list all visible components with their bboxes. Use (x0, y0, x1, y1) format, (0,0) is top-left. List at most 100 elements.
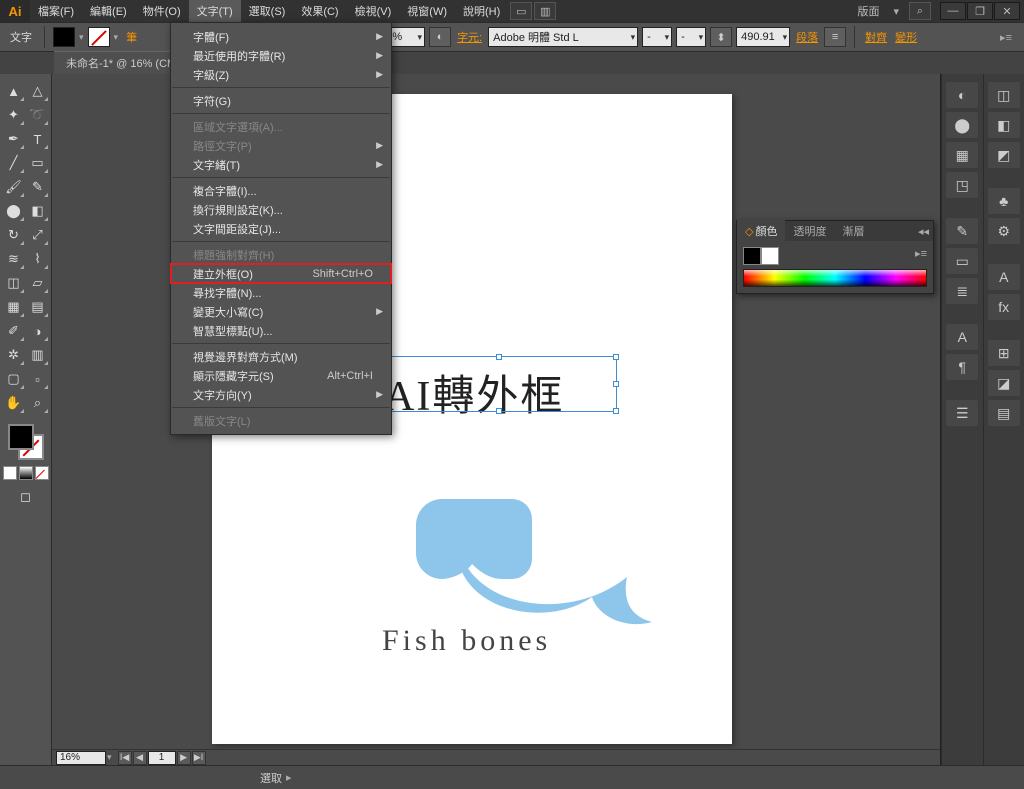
panel-tab[interactable]: 漸層 (834, 220, 872, 242)
tool-blob[interactable]: ⬤ (3, 200, 25, 222)
next-artboard-button[interactable]: ▶ (177, 751, 191, 765)
menu-icon-1[interactable]: ▭ (510, 2, 532, 20)
dock-panel-button[interactable]: ◪ (988, 370, 1020, 396)
menu-item[interactable]: 換行規則設定(K)... (171, 200, 391, 219)
zoom-field[interactable]: 16% (56, 751, 106, 765)
tool-perspective[interactable]: ▱ (27, 272, 49, 294)
opacity-icon[interactable]: ◐ (429, 27, 451, 47)
menu-檔案(F)[interactable]: 檔案(F) (30, 0, 82, 23)
font-size-dropdown[interactable]: - (676, 27, 706, 47)
tool-pen[interactable]: ✒ (3, 128, 25, 150)
menu-視窗(W)[interactable]: 視窗(W) (399, 0, 455, 23)
tool-slice[interactable]: ▫ (27, 368, 49, 390)
panel-menu-icon[interactable]: ▸≡ (1000, 31, 1018, 44)
fill-swatch[interactable] (53, 27, 75, 47)
align-link[interactable]: 對齊 (863, 29, 889, 45)
tool-wand[interactable]: ✦ (3, 104, 25, 126)
minimize-button[interactable]: — (940, 2, 966, 20)
maximize-button[interactable]: ❐ (967, 2, 993, 20)
color-panel[interactable]: ◇顏色透明度漸層 ◂◂ ▸≡ (736, 220, 934, 294)
layout-label[interactable]: 版面 (857, 3, 879, 19)
size-link-icon[interactable]: ⬍ (710, 27, 732, 47)
dock-panel-button[interactable]: ✎ (946, 218, 978, 244)
menu-選取(S)[interactable]: 選取(S) (241, 0, 294, 23)
dock-panel-button[interactable]: ≣ (946, 278, 978, 304)
first-artboard-button[interactable]: I◀ (118, 751, 132, 765)
menu-效果(C)[interactable]: 效果(C) (293, 0, 346, 23)
tool-gradient[interactable]: ▤ (27, 296, 49, 318)
tool-artboard[interactable]: ▢ (3, 368, 25, 390)
tool-scale[interactable]: ⤢ (27, 224, 49, 246)
menu-檢視(V)[interactable]: 檢視(V) (347, 0, 400, 23)
color-stroke-swatch[interactable] (761, 247, 779, 265)
dock-panel-button[interactable]: ◧ (988, 112, 1020, 138)
transform-link[interactable]: 變形 (893, 29, 919, 45)
menu-item[interactable]: 智慧型標點(U)... (171, 321, 391, 340)
tool-eraser[interactable]: ◧ (27, 200, 49, 222)
menu-item[interactable]: 字符(G) (171, 91, 391, 110)
stroke-swatch[interactable] (88, 27, 110, 47)
menu-編輯(E)[interactable]: 編輯(E) (82, 0, 135, 23)
menu-item[interactable]: 變更大小寫(C)▶ (171, 302, 391, 321)
dock-panel-button[interactable]: A (946, 324, 978, 350)
dock-panel-button[interactable]: ▤ (988, 400, 1020, 426)
dock-panel-button[interactable]: ⊞ (988, 340, 1020, 366)
menu-item[interactable]: 字體(F)▶ (171, 27, 391, 46)
tool-graph[interactable]: ▥ (27, 344, 49, 366)
color-fill-swatch[interactable] (743, 247, 761, 265)
tool-line[interactable]: ╱ (3, 152, 25, 174)
tool-selection[interactable]: ▲ (3, 80, 25, 102)
tool-zoom[interactable]: ⌕ (27, 392, 49, 414)
tool-lasso[interactable]: ➰ (27, 104, 49, 126)
tool-hand[interactable]: ✋ (3, 392, 25, 414)
color-modes[interactable] (3, 466, 49, 480)
dock-panel-button[interactable]: ◩ (988, 142, 1020, 168)
dock-panel-button[interactable]: ☰ (946, 400, 978, 426)
menu-item[interactable]: 尋找字體(N)... (171, 283, 391, 302)
tool-pencil[interactable]: ✎ (27, 176, 49, 198)
panel-menu-icon[interactable]: ▸≡ (915, 247, 927, 265)
dock-panel-button[interactable]: ♣ (988, 188, 1020, 214)
tool-direct-select[interactable]: △ (27, 80, 49, 102)
menu-item[interactable]: 最近使用的字體(R)▶ (171, 46, 391, 65)
dock-panel-button[interactable]: ◐ (946, 82, 978, 108)
dock-panel-button[interactable]: ⬤ (946, 112, 978, 138)
panel-tab[interactable]: ◇顏色 (737, 220, 785, 242)
tool-rect[interactable]: ▭ (27, 152, 49, 174)
dock-panel-button[interactable]: ¶ (946, 354, 978, 380)
document-tab[interactable]: 未命名-1* @ 16% (CM (54, 51, 188, 74)
dock-panel-button[interactable]: A (988, 264, 1020, 290)
tool-eyedrop[interactable]: ✐ (3, 320, 25, 342)
prev-artboard-button[interactable]: ◀ (133, 751, 147, 765)
panel-collapse-icon[interactable]: ◂◂ (914, 225, 933, 238)
menu-物件(O)[interactable]: 物件(O) (135, 0, 189, 23)
align-icon[interactable]: ≡ (824, 27, 846, 47)
menu-item[interactable]: 顯示隱藏字元(S)Alt+Ctrl+I (171, 366, 391, 385)
dock-panel-button[interactable]: ◳ (946, 172, 978, 198)
menu-item[interactable]: 文字間距設定(J)... (171, 219, 391, 238)
paragraph-link[interactable]: 段落 (794, 29, 820, 45)
tool-blend[interactable]: ◑ (27, 320, 49, 342)
tool-shape-builder[interactable]: ◫ (3, 272, 25, 294)
selection-bounding-box[interactable] (380, 356, 617, 412)
close-button[interactable]: ✕ (994, 2, 1020, 20)
last-artboard-button[interactable]: ▶I (192, 751, 206, 765)
menu-item[interactable]: 複合字體(I)... (171, 181, 391, 200)
menu-item[interactable]: 字級(Z)▶ (171, 65, 391, 84)
menu-說明(H)[interactable]: 說明(H) (455, 0, 508, 23)
dock-panel-button[interactable]: fx (988, 294, 1020, 320)
font-style-dropdown[interactable]: - (642, 27, 672, 47)
dock-panel-button[interactable]: ◫ (988, 82, 1020, 108)
menu-文字(T)[interactable]: 文字(T) (189, 0, 241, 23)
font-dropdown[interactable]: Adobe 明體 Std L (488, 27, 638, 47)
menu-item[interactable]: 文字方向(Y)▶ (171, 385, 391, 404)
tool-type[interactable]: T (27, 128, 49, 150)
fill-stroke-control[interactable] (6, 422, 46, 462)
tool-rotate[interactable]: ↻ (3, 224, 25, 246)
panel-tab[interactable]: 透明度 (785, 220, 834, 242)
tool-warp[interactable]: ⌇ (27, 248, 49, 270)
character-link[interactable]: 字元: (455, 29, 484, 45)
screen-mode[interactable]: ◻ (15, 486, 37, 508)
tool-width[interactable]: ≋ (3, 248, 25, 270)
dock-panel-button[interactable]: ⚙ (988, 218, 1020, 244)
